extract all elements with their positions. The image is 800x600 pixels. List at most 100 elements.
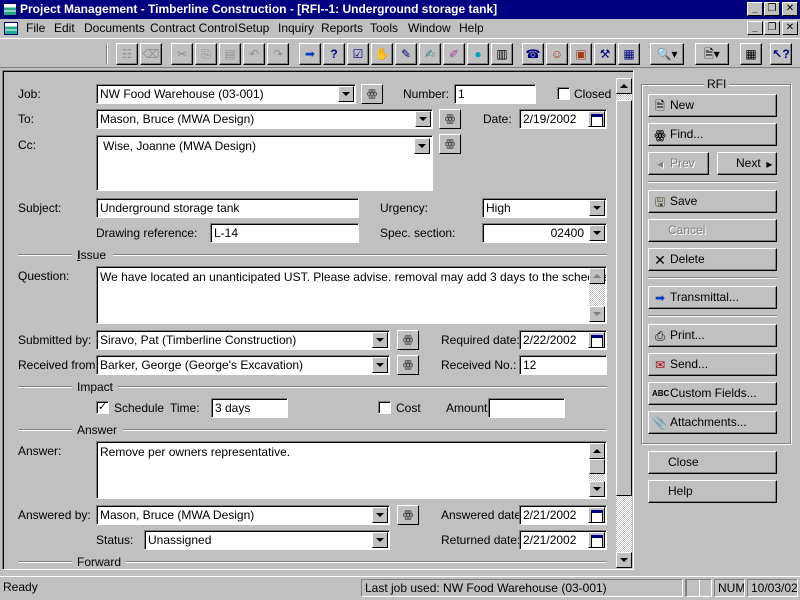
- document-window-icon[interactable]: [4, 22, 18, 35]
- required-date-input[interactable]: 2/22/2002: [519, 330, 607, 350]
- copy-icon[interactable]: ⎘: [195, 43, 217, 65]
- answered-date-input[interactable]: 2/21/2002: [519, 505, 607, 525]
- menu-documents[interactable]: Documents: [84, 19, 145, 37]
- menu-setup[interactable]: Setup: [238, 19, 269, 37]
- new-button[interactable]: 🗎 New: [648, 94, 777, 117]
- returned-date-calendar-icon[interactable]: [588, 532, 605, 548]
- form-scroll-up[interactable]: [616, 78, 632, 94]
- question-scroll-down[interactable]: [589, 306, 605, 322]
- save-button[interactable]: 🖫 Save: [648, 190, 777, 213]
- submitted-by-lookup-binoculars-icon[interactable]: ꙮ: [397, 330, 419, 350]
- card-icon[interactable]: ▣: [570, 43, 592, 65]
- amount-input[interactable]: [488, 398, 565, 418]
- menu-inquiry[interactable]: Inquiry: [278, 19, 314, 37]
- tools-icon[interactable]: ⚒: [594, 43, 616, 65]
- draw-icon[interactable]: ✐: [443, 43, 465, 65]
- job-dropdown-button[interactable]: [338, 86, 354, 102]
- question-scroll-up[interactable]: [589, 268, 605, 284]
- menu-reports[interactable]: Reports: [321, 19, 363, 37]
- job-select[interactable]: NW Food Warehouse (03-001): [96, 84, 356, 104]
- answer-scroll-down[interactable]: [589, 481, 605, 497]
- menu-help[interactable]: Help: [459, 19, 484, 37]
- question-scrollbar[interactable]: [589, 268, 605, 322]
- redo-icon[interactable]: ↷: [267, 43, 289, 65]
- checklist-icon[interactable]: ☑: [347, 43, 369, 65]
- to-lookup-binoculars-icon[interactable]: ꙮ: [439, 109, 461, 129]
- change-icon[interactable]: ✎: [395, 43, 417, 65]
- calculator-icon[interactable]: ▦: [740, 43, 762, 65]
- eraser-icon[interactable]: ⌫: [140, 43, 162, 65]
- menu-edit[interactable]: Edit: [54, 19, 75, 37]
- answer-scrollbar[interactable]: [589, 443, 605, 497]
- answer-textarea[interactable]: Remove per owners representative.: [96, 441, 607, 499]
- print-button[interactable]: ⎙ Print...: [648, 324, 777, 347]
- answered-by-select[interactable]: Mason, Bruce (MWA Design): [96, 505, 390, 525]
- form-scroll-down[interactable]: [616, 552, 632, 568]
- answered-by-lookup-binoculars-icon[interactable]: ꙮ: [397, 505, 419, 525]
- time-input[interactable]: 3 days: [211, 398, 288, 418]
- cancel-button[interactable]: Cancel: [648, 219, 777, 242]
- status-select[interactable]: Unassigned: [144, 530, 390, 550]
- preview-icon[interactable]: 🔍▾: [650, 43, 684, 65]
- submitted-by-dropdown-button[interactable]: [372, 332, 388, 348]
- close-form-button[interactable]: Close: [648, 451, 777, 474]
- paste-icon[interactable]: ▤: [219, 43, 241, 65]
- status-dropdown-button[interactable]: [372, 532, 388, 548]
- menu-window[interactable]: Window: [408, 19, 451, 37]
- cc-list[interactable]: Wise, Joanne (MWA Design): [96, 135, 433, 191]
- agreement-icon[interactable]: ✍: [419, 43, 441, 65]
- answer-scroll-up[interactable]: [589, 443, 605, 459]
- urgency-dropdown-button[interactable]: [589, 200, 605, 216]
- minimize-button[interactable]: _: [747, 2, 763, 16]
- handshake-icon[interactable]: ✋: [371, 43, 393, 65]
- rfi-icon[interactable]: ?: [323, 43, 345, 65]
- doc-minimize-button[interactable]: _: [747, 21, 763, 35]
- undo-icon[interactable]: ↶: [243, 43, 265, 65]
- custom-fields-button[interactable]: ABC Custom Fields...: [648, 382, 777, 405]
- to-dropdown-button[interactable]: [415, 111, 431, 127]
- drawing-reference-input[interactable]: L-14: [210, 223, 359, 243]
- to-select[interactable]: Mason, Bruce (MWA Design): [96, 109, 433, 129]
- number-input[interactable]: 1: [454, 84, 536, 104]
- cost-checkbox[interactable]: [378, 401, 391, 414]
- urgency-select[interactable]: High: [482, 198, 607, 218]
- received-from-select[interactable]: Barker, George (George's Excavation): [96, 355, 390, 375]
- returned-date-input[interactable]: 2/21/2002: [519, 530, 607, 550]
- context-help-icon[interactable]: ↖?: [770, 43, 792, 65]
- question-textarea[interactable]: We have located an unanticipated UST. Pl…: [96, 266, 607, 324]
- send-button[interactable]: ✉ Send...: [648, 353, 777, 376]
- delete-button[interactable]: ✕ Delete: [648, 248, 777, 271]
- contacts-icon[interactable]: ☺: [546, 43, 568, 65]
- cc-dropdown-button[interactable]: [414, 138, 430, 154]
- received-no-input[interactable]: 12: [519, 355, 607, 375]
- doc-close-button[interactable]: ✕: [782, 21, 798, 35]
- attachments-button[interactable]: 📎 Attachments...: [648, 411, 777, 434]
- transmittal-button[interactable]: ➡ Transmittal...: [648, 286, 777, 309]
- columns-icon[interactable]: ▥: [491, 43, 513, 65]
- subject-input[interactable]: Underground storage tank: [96, 198, 359, 218]
- chart-icon[interactable]: ▦: [618, 43, 640, 65]
- date-calendar-icon[interactable]: [588, 111, 605, 127]
- hierarchy-icon[interactable]: ☷: [116, 43, 138, 65]
- transmittal-icon[interactable]: ➡: [299, 43, 321, 65]
- menu-contract-control[interactable]: Contract Control: [150, 19, 237, 37]
- spec-section-select[interactable]: 02400: [482, 223, 607, 243]
- menu-tools[interactable]: Tools: [370, 19, 398, 37]
- help-button[interactable]: Help: [648, 480, 777, 503]
- restore-button[interactable]: ❐: [764, 2, 780, 16]
- phone-icon[interactable]: ☎: [522, 43, 544, 65]
- doc-restore-button[interactable]: ❐: [764, 21, 780, 35]
- answer-scroll-thumb[interactable]: [589, 459, 605, 474]
- required-date-calendar-icon[interactable]: [588, 332, 605, 348]
- cc-lookup-binoculars-icon[interactable]: ꙮ: [439, 134, 461, 154]
- close-button[interactable]: ✕: [782, 2, 798, 16]
- received-from-lookup-binoculars-icon[interactable]: ꙮ: [397, 355, 419, 375]
- date-input[interactable]: 2/19/2002: [519, 109, 607, 129]
- globe-icon[interactable]: ●: [467, 43, 489, 65]
- cut-icon[interactable]: ✂: [171, 43, 193, 65]
- schedule-checkbox[interactable]: ✓: [96, 401, 109, 414]
- spec-section-dropdown-button[interactable]: [589, 225, 605, 241]
- closed-checkbox[interactable]: [557, 87, 570, 100]
- form-scrollbar[interactable]: [616, 78, 632, 568]
- find-button[interactable]: ꙮ Find...: [648, 123, 777, 146]
